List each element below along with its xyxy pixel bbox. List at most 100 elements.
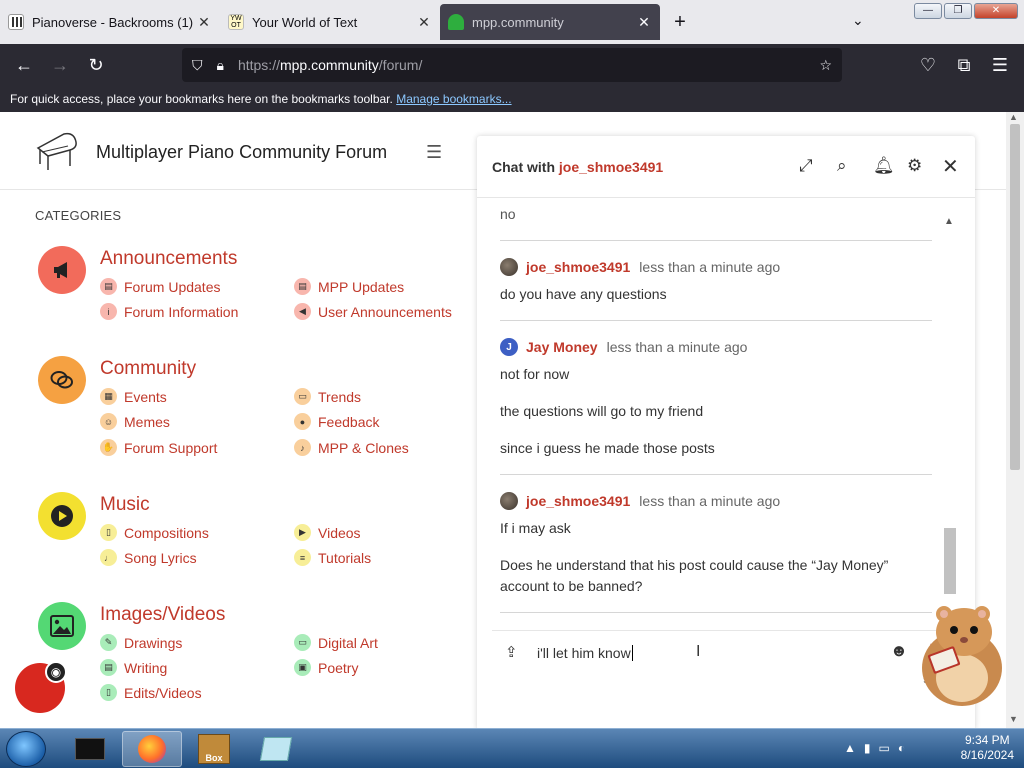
window-controls: — ❐ ✕ [914,3,1018,19]
list-menu-icon[interactable]: ☰ [426,142,442,163]
floating-action-button[interactable]: ◉ [15,661,67,713]
tab-title: mpp.community [472,14,564,30]
category-title[interactable]: Images/Videos [100,604,225,626]
subcategory-link[interactable]: i Forum Information [100,303,238,320]
bell-icon[interactable]: 🔔︎ [873,156,895,176]
subcategory-link[interactable]: ▤ Writing [100,659,167,676]
category-title[interactable]: Announcements [100,248,237,270]
subcategory-link[interactable]: ▤ MPP Updates [294,278,404,295]
scroll-up-icon[interactable]: ▲ [944,216,954,227]
scrollbar-thumb[interactable] [944,528,956,594]
search-icon[interactable]: ⌕ [837,156,847,176]
message-line: since i guess he made those posts [500,440,715,456]
avatar[interactable] [500,258,518,276]
mpp-favicon-icon [448,14,464,30]
forward-arrow-icon[interactable]: → [42,47,78,83]
site-title[interactable]: Multiplayer Piano Community Forum [96,142,387,163]
taskbar-notepad-icon[interactable] [246,731,306,767]
upload-icon[interactable]: ⇪ [505,643,518,661]
menu-hamburger-icon[interactable]: ☰ [982,47,1018,83]
bookmark-star-icon[interactable]: ☆ [819,57,832,74]
address-bar[interactable]: ⛉ 🔒︎ https://mpp.community/forum/ ☆ [182,48,842,82]
avatar[interactable]: J [500,338,518,356]
minimize-icon[interactable]: — [914,3,942,19]
subcategory-link[interactable]: ▶ Videos [294,524,361,541]
emoji-icon[interactable]: ☻ [890,641,908,661]
shield-icon[interactable]: ⛉ [192,57,203,74]
info-icon: i [100,303,117,320]
tab-close-icon[interactable]: ✕ [636,14,652,31]
tab-mpp-community[interactable]: mpp.community ✕ [440,4,660,40]
scroll-down-icon[interactable]: ▼ [1009,714,1018,724]
subcategory-link[interactable]: ▭ Trends [294,388,361,405]
scroll-up-icon[interactable]: ▲ [1009,112,1018,122]
ywot-favicon-icon: YW OT [228,14,244,30]
chat-bubbles-icon[interactable] [38,356,86,404]
lock-icon[interactable]: 🔒︎ [217,57,224,74]
subcategory-link[interactable]: ▤ Forum Updates [100,278,220,295]
chat-panel: Chat with joe_shmoe3491 ⤢ ⌕ 🔔︎ ⚙ ✕ no jo… [477,136,975,728]
list-all-tabs-chevron-icon[interactable]: ⌄ [852,12,864,29]
taskbar-firefox-icon[interactable] [122,731,182,767]
subcategory-link[interactable]: ✎ Drawings [100,634,182,651]
subcategory-link[interactable]: ✋ Forum Support [100,439,217,456]
subcategory-link[interactable]: ▯ Edits/Videos [100,684,202,701]
clock[interactable]: 9:34 PM 8/16/2024 [961,733,1014,763]
eye-icon[interactable]: ◉ [45,661,67,683]
taskbar-box-app-icon[interactable]: Box [184,731,244,767]
tab-title: Pianoverse - Backrooms (1) [32,14,194,30]
message-line: no [500,206,516,222]
subcategory-link[interactable]: ♩ Song Lyrics [100,549,197,566]
tab-your-world-of-text[interactable]: YW OT Your World of Text ✕ [220,4,440,40]
scrollbar-thumb[interactable] [1010,124,1020,470]
new-tab-button[interactable]: + [660,4,700,40]
reload-icon[interactable]: ↻ [78,47,114,83]
clock-time: 9:34 PM [964,733,1010,747]
tab-pianoverse[interactable]: Pianoverse - Backrooms (1) ✕ [0,4,220,40]
subcategory-link[interactable]: ▣ Poetry [294,659,358,676]
chat-username-link[interactable]: joe_shmoe3491 [559,159,663,175]
show-hidden-icons-icon[interactable]: ▲ [844,741,856,755]
subcategory-link[interactable]: ● Feedback [294,413,379,430]
tab-close-icon[interactable]: ✕ [416,14,432,31]
tab-close-icon[interactable]: ✕ [196,14,212,31]
back-arrow-icon[interactable]: ← [6,47,42,83]
url-text[interactable]: https://mpp.community/forum/ [238,57,819,73]
play-circle-icon[interactable] [38,492,86,540]
category-title[interactable]: Community [100,358,196,380]
taskbar-app-icon[interactable] [60,731,120,767]
system-tray: ▲ ▮ ▭ ◐ [844,741,905,755]
volume-icon[interactable]: ◐ [898,741,905,755]
message-username[interactable]: joe_shmoe3491 [526,259,630,275]
subcategory-link[interactable]: ▯ Compositions [100,524,209,541]
subcategory-link[interactable]: ▦ Events [100,388,167,405]
chat-scrollbar[interactable]: ▲ ▼ [941,216,957,627]
extensions-icon[interactable]: ⧉ [946,47,982,83]
gear-icon[interactable]: ⚙ [907,156,922,176]
image-icon[interactable] [38,602,86,650]
category-title[interactable]: Music [100,494,150,516]
subcategory-link[interactable]: ≡ Tutorials [294,549,371,566]
expand-icon[interactable]: ⤢ [799,156,813,176]
manage-bookmarks-link[interactable]: Manage bookmarks... [396,92,511,106]
chat-composer: ⇪ i'll let him know I ☻ ➤ [492,630,960,672]
message-meta: joe_shmoe3491 less than a minute ago [500,492,780,510]
close-window-icon[interactable]: ✕ [974,3,1018,19]
message-username[interactable]: Jay Money [526,339,598,355]
subcategory-link[interactable]: ☺ Memes [100,413,170,430]
url-path: /forum/ [378,57,423,73]
pocket-icon[interactable]: ♡ [910,47,946,83]
megaphone-icon[interactable] [38,246,86,294]
close-icon[interactable]: ✕ [942,154,959,179]
message-input[interactable]: i'll let him know [537,645,633,661]
avatar[interactable] [500,492,518,510]
piano-logo-icon[interactable] [34,126,80,174]
restore-icon[interactable]: ❐ [944,3,972,19]
start-button-icon[interactable] [6,731,46,767]
monitor-icon[interactable]: ▭ [879,741,890,755]
network-icon[interactable]: ▮ [864,741,871,755]
subcategory-link[interactable]: ♪ MPP & Clones [294,439,409,456]
subcategory-link[interactable]: ◀ User Announcements [294,303,452,320]
subcategory-link[interactable]: ▭ Digital Art [294,634,378,651]
message-username[interactable]: joe_shmoe3491 [526,493,630,509]
